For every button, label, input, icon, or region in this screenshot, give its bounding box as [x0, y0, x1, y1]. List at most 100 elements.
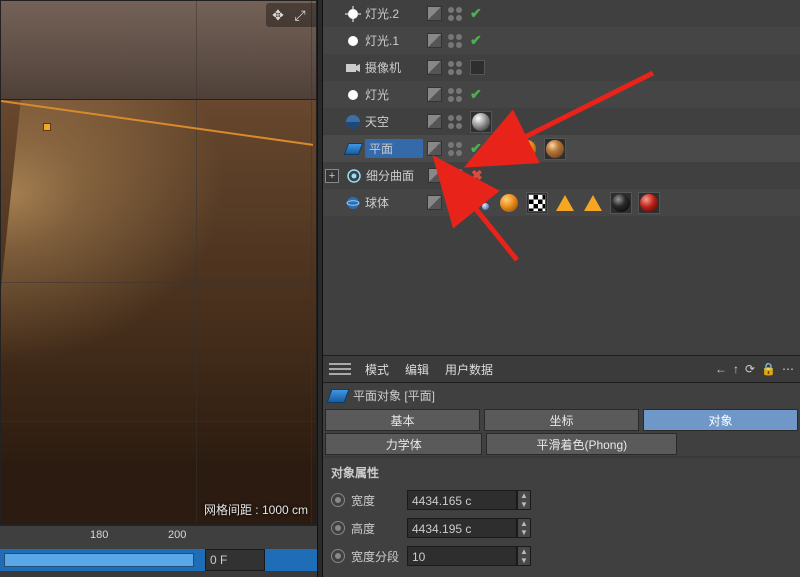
prop-segments-row: 宽度分段 10 ▲▼: [331, 543, 792, 569]
keyframe-radio[interactable]: [331, 549, 345, 563]
visibility-dots[interactable]: [449, 169, 465, 183]
timeline-ruler[interactable]: 180 200: [0, 525, 317, 549]
object-label: 灯光: [365, 86, 423, 103]
object-title-text: 平面对象 [平面]: [353, 387, 435, 404]
subdivision-icon: [346, 168, 362, 184]
hierarchy-row-plane[interactable]: 平面 ✔: [323, 135, 800, 162]
hierarchy-row-light[interactable]: 灯光 ✔: [323, 81, 800, 108]
visibility-dots[interactable]: [448, 34, 464, 48]
lock-icon[interactable]: 🔒: [761, 362, 776, 376]
object-label: 平面: [365, 139, 423, 158]
dynamics-tag[interactable]: [488, 138, 510, 160]
spinner-up-icon: ▲: [518, 547, 530, 556]
layer-toggle[interactable]: [427, 141, 442, 156]
segments-spinner[interactable]: ▲▼: [517, 546, 531, 566]
menu-edit[interactable]: 编辑: [405, 361, 429, 378]
layer-toggle[interactable]: [428, 168, 443, 183]
spinner-up-icon: ▲: [518, 491, 530, 500]
material-tag[interactable]: [610, 192, 632, 214]
spinner-down-icon: ▼: [518, 500, 530, 509]
keyframe-radio[interactable]: [331, 521, 345, 535]
hierarchy-row-light-1[interactable]: 灯光.1 ✔: [323, 27, 800, 54]
timeline-tick: 180: [90, 529, 108, 541]
rotate-tool-icon[interactable]: ◎: [312, 5, 316, 25]
nav-up-icon[interactable]: ↑: [733, 362, 739, 376]
sky-icon: [345, 114, 361, 130]
timeline-track[interactable]: [0, 549, 317, 571]
spinner-down-icon: ▼: [518, 556, 530, 565]
disable-x-icon[interactable]: ✖: [471, 167, 483, 184]
nav-back-icon[interactable]: ←: [715, 362, 727, 376]
move-tool-icon[interactable]: ✥: [268, 5, 288, 25]
segments-field[interactable]: 10: [407, 546, 517, 566]
visibility-dots[interactable]: [448, 61, 464, 75]
props-section-title: 对象属性: [331, 464, 792, 481]
plane-icon: [345, 141, 361, 157]
visibility-dots[interactable]: [448, 196, 464, 210]
visibility-dots[interactable]: [448, 115, 464, 129]
enable-check-icon[interactable]: ✔: [470, 5, 482, 22]
hierarchy-row-sphere[interactable]: 球体: [323, 189, 800, 216]
layer-toggle[interactable]: [427, 195, 442, 210]
width-spinner[interactable]: ▲▼: [517, 490, 531, 510]
height-spinner[interactable]: ▲▼: [517, 518, 531, 538]
layer-toggle[interactable]: [427, 6, 442, 21]
current-frame-field[interactable]: 0 F: [205, 549, 265, 571]
settings-icon[interactable]: ⋯: [782, 362, 794, 376]
material-tag[interactable]: [544, 138, 566, 160]
camera-icon: [345, 60, 361, 76]
hierarchy-row-sky[interactable]: 天空: [323, 108, 800, 135]
hamburger-icon[interactable]: [329, 358, 351, 380]
tab-basic[interactable]: 基本: [325, 409, 480, 431]
material-tag[interactable]: [498, 192, 520, 214]
attribute-tabs: 基本 坐标 对象 力学体 平滑着色(Phong): [323, 408, 800, 456]
tab-phong[interactable]: 平滑着色(Phong): [486, 433, 677, 455]
prop-label: 高度: [351, 520, 407, 537]
object-label: 天空: [365, 113, 423, 130]
hierarchy-row-light-2[interactable]: 灯光.2 ✔: [323, 0, 800, 27]
viewport[interactable]: ✥ ⤢ ◎ ▣ 网格间距 : 1000 cm: [0, 0, 317, 525]
visibility-dots[interactable]: [448, 142, 464, 156]
menu-userdata[interactable]: 用户数据: [445, 361, 493, 378]
layer-toggle[interactable]: [427, 33, 442, 48]
tab-dynamics[interactable]: 力学体: [325, 433, 482, 455]
material-tag[interactable]: [470, 111, 492, 133]
prop-height-row: 高度 4434.195 c ▲▼: [331, 515, 792, 541]
menu-mode[interactable]: 模式: [365, 361, 389, 378]
nav-forward-icon[interactable]: ⟳: [745, 362, 755, 376]
warning-tag[interactable]: [554, 192, 576, 214]
enable-check-icon[interactable]: ✔: [470, 32, 482, 49]
object-hierarchy-panel: 灯光.2 ✔ 灯光.1 ✔ 摄像机 灯光 ✔ 天空: [323, 0, 800, 355]
hierarchy-row-sds[interactable]: + 细分曲面 ✖: [323, 162, 800, 189]
plane-icon: [326, 389, 349, 403]
object-title-bar: 平面对象 [平面]: [323, 383, 800, 408]
sphere-icon: [345, 195, 361, 211]
expand-toggle[interactable]: +: [325, 169, 339, 183]
width-field[interactable]: 4434.165 c: [407, 490, 517, 510]
material-tag-checker[interactable]: [526, 192, 548, 214]
selected-vertex[interactable]: [43, 123, 51, 131]
object-label: 摄像机: [365, 59, 423, 76]
enable-check-icon[interactable]: ✔: [470, 86, 482, 103]
timeline-tick: 200: [168, 529, 186, 541]
attribute-menu-bar: 模式 编辑 用户数据 ← ↑ ⟳ 🔒 ⋯: [323, 355, 800, 383]
visibility-dots[interactable]: [448, 88, 464, 102]
object-label: 球体: [365, 194, 423, 211]
spinner-up-icon: ▲: [518, 519, 530, 528]
visibility-dots[interactable]: [448, 7, 464, 21]
keyframe-radio[interactable]: [331, 493, 345, 507]
material-tag[interactable]: [516, 138, 538, 160]
dynamics-tag[interactable]: [470, 192, 492, 214]
layer-toggle[interactable]: [427, 60, 442, 75]
layer-toggle[interactable]: [427, 114, 442, 129]
hierarchy-row-camera[interactable]: 摄像机: [323, 54, 800, 81]
tab-coord[interactable]: 坐标: [484, 409, 639, 431]
height-field[interactable]: 4434.195 c: [407, 518, 517, 538]
tab-object[interactable]: 对象: [643, 409, 798, 431]
layer-toggle[interactable]: [427, 87, 442, 102]
material-tag[interactable]: [638, 192, 660, 214]
camera-view-toggle[interactable]: [470, 60, 485, 75]
triangle-tag[interactable]: [582, 192, 604, 214]
enable-check-icon[interactable]: ✔: [470, 140, 482, 157]
zoom-tool-icon[interactable]: ⤢: [290, 5, 310, 25]
